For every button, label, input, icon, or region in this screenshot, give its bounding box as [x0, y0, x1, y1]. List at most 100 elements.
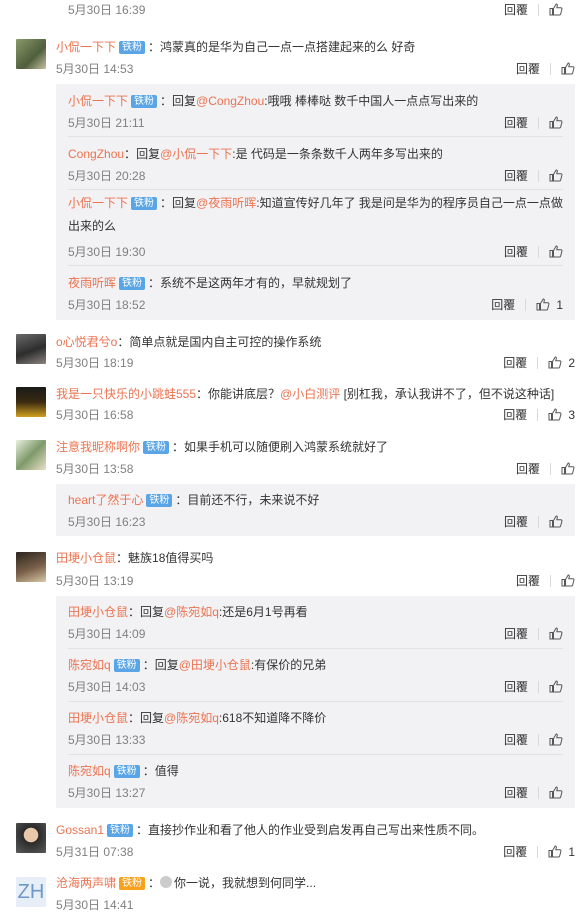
comment-text: 简单点就是国内自主可控的操作系统 [129, 335, 322, 349]
reply-author[interactable]: 小侃一下下 [68, 94, 128, 108]
thumbs-up-icon [561, 62, 575, 75]
reply-button[interactable]: 回覆 [503, 843, 527, 860]
reply-button[interactable]: 回覆 [504, 114, 528, 131]
reply-button[interactable]: 回覆 [503, 406, 527, 423]
reply-author[interactable]: 小侃一下下 [68, 196, 128, 210]
comment-text: 你能讲底层？ [208, 387, 281, 401]
comment-actions: 回覆 [516, 60, 575, 77]
comment-author[interactable]: 注意我昵称啊你 [56, 440, 140, 454]
mention-link[interactable]: @夜雨听晖 [196, 196, 256, 210]
reply-button[interactable]: 回覆 [503, 354, 527, 371]
reply-author[interactable]: 陈宛如q [68, 764, 111, 778]
iron-fan-badge: 铁粉 [131, 95, 158, 108]
reply-thread: 小侃一下下 铁粉 ：回复@CongZhou:哦哦 棒棒哒 数千中国人一点点写出来的 … [56, 84, 575, 320]
reply-author[interactable]: 田埂小仓鼠 [68, 711, 128, 725]
like-button[interactable] [549, 116, 563, 129]
thumbs-up-icon [548, 408, 562, 421]
mention-link[interactable]: @小侃一下下 [160, 147, 232, 161]
reply-author[interactable]: 田埂小仓鼠 [68, 605, 128, 619]
reply-time: 5月30日 14:09 [68, 627, 146, 641]
reply-button[interactable]: 回覆 [491, 296, 515, 313]
comment-author[interactable]: 沧海两声啸 [56, 876, 116, 890]
mention-link[interactable]: @CongZhou [196, 94, 264, 108]
like-button[interactable] [549, 627, 563, 640]
mention-link[interactable]: @田埂小仓鼠 [179, 658, 251, 672]
reply-time: 5月30日 13:33 [68, 733, 146, 747]
like-button[interactable] [561, 462, 575, 475]
reply-actions: 回覆 [504, 513, 563, 530]
comment-author[interactable]: o心悦君兮o [56, 335, 117, 349]
reply-actions: 回覆 [504, 167, 563, 184]
reply-time: 5月30日 20:28 [68, 169, 146, 183]
reply-author[interactable]: 陈宛如q [68, 658, 111, 672]
comment-time: 5月31日 07:38 [56, 845, 134, 859]
reply-thread: 田埂小仓鼠：回复@陈宛如q:还是6月1号再看 5月30日 14:09 回覆 陈宛… [56, 596, 575, 808]
thumbs-up-icon [561, 462, 575, 475]
like-button[interactable] [549, 3, 575, 16]
comment-author[interactable]: 我是一只快乐的小跳蛙555 [56, 387, 196, 401]
reply-actions: 回覆 [504, 678, 563, 695]
iron-fan-badge: 铁粉 [107, 824, 134, 837]
reply-actions: 回覆 [504, 243, 563, 260]
reply-time: 5月30日 21:11 [68, 116, 145, 130]
mention-link[interactable]: @陈宛如q [164, 711, 219, 725]
reply-button[interactable]: 回覆 [504, 1, 528, 18]
reply-button[interactable]: 回覆 [504, 678, 528, 695]
reply-text: :618不知道降不降价 [218, 711, 327, 725]
comment-author[interactable]: 田埂小仓鼠 [56, 551, 116, 565]
like-button[interactable] [549, 515, 563, 528]
reply-button[interactable]: 回覆 [504, 731, 528, 748]
thumbs-up-icon [549, 786, 563, 799]
like-count: 1 [556, 297, 563, 312]
mention-link[interactable]: @小白测评 [280, 387, 340, 401]
like-button[interactable]: 1 [548, 845, 575, 859]
reply-button[interactable]: 回覆 [516, 60, 540, 77]
like-button[interactable]: 1 [536, 298, 563, 312]
reply-author[interactable]: CongZhou [68, 147, 124, 161]
avatar[interactable] [16, 39, 46, 69]
reply-button[interactable]: 回覆 [504, 784, 528, 801]
like-button[interactable] [549, 245, 563, 258]
reply-button[interactable]: 回覆 [504, 243, 528, 260]
reply-text: :有保价的兄弟 [250, 658, 327, 672]
like-button[interactable] [549, 169, 563, 182]
iron-fan-badge: 铁粉 [119, 41, 146, 54]
reply-button[interactable]: 回覆 [504, 625, 528, 642]
reply-actions: 回覆 [504, 784, 563, 801]
comment-time: 5月30日 14:41 [56, 898, 134, 912]
like-button[interactable] [549, 786, 563, 799]
like-button[interactable]: 2 [548, 356, 575, 370]
mention-link[interactable]: @陈宛如q [164, 605, 219, 619]
like-button[interactable] [561, 62, 575, 75]
reply-thread: heart了然于心 铁粉 ：目前还不行，未来说不好 5月30日 16:23 回覆 [56, 484, 575, 536]
comment-time: 5月30日 18:19 [56, 356, 134, 370]
comment-author[interactable]: Gossan1 [56, 823, 104, 837]
reply-button[interactable]: 回覆 [504, 167, 528, 184]
comment-item: 我是一只快乐的小跳蛙555：你能讲底层？@小白测评 [别杠我，承认我讲不了，但不… [0, 383, 587, 423]
reply-button[interactable]: 回覆 [516, 460, 540, 477]
avatar[interactable] [16, 823, 46, 853]
iron-fan-badge: 铁粉 [119, 277, 146, 290]
iron-fan-badge: 铁粉 [143, 441, 170, 454]
comment-item: 注意我昵称啊你 铁粉 ：如果手机可以随便刷入鸿蒙系统就好了 5月30日 13:58 … [0, 436, 587, 536]
avatar[interactable] [16, 387, 46, 417]
comment-time: 5月30日 13:19 [56, 574, 134, 588]
like-button[interactable] [561, 574, 575, 587]
avatar[interactable] [16, 440, 46, 470]
comment-actions: 回覆 [516, 460, 575, 477]
reply-author[interactable]: 夜雨听晖 [68, 276, 116, 290]
reply-button[interactable]: 回覆 [504, 513, 528, 530]
thumbs-up-icon [549, 680, 563, 693]
comment-text: 你一说，我就想到何同学... [174, 876, 317, 890]
avatar[interactable] [16, 552, 46, 582]
thumbs-up-icon [549, 116, 563, 129]
comment-author[interactable]: 小侃一下下 [56, 40, 116, 54]
reply-time: 5月30日 18:52 [68, 298, 146, 312]
like-button[interactable] [549, 733, 563, 746]
reply-author[interactable]: heart了然于心 [68, 493, 143, 507]
avatar[interactable] [16, 334, 46, 364]
like-button[interactable]: 3 [548, 408, 575, 422]
reply-actions: 回覆 [504, 625, 563, 642]
reply-button[interactable]: 回覆 [516, 572, 540, 589]
like-button[interactable] [549, 680, 563, 693]
